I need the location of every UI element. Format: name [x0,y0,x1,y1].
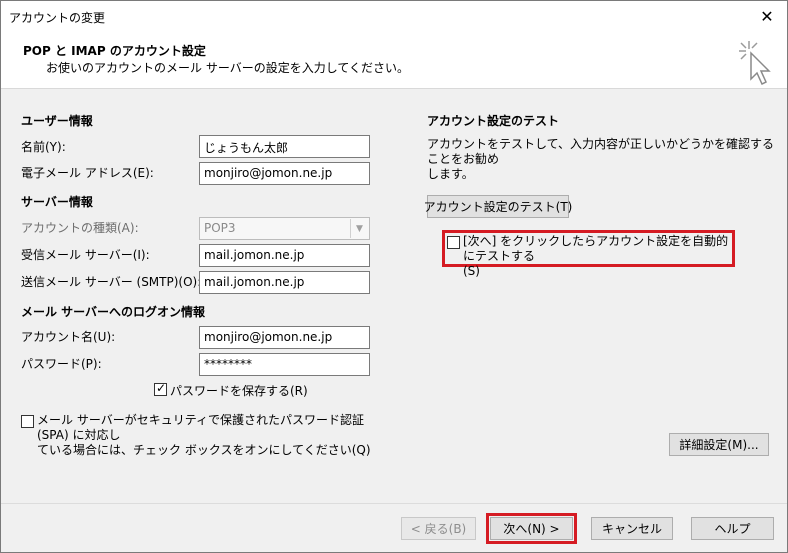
spa-label-line2: ている場合には、チェック ボックスをオンにしてください(Q) [37,443,371,457]
footer-divider [1,503,787,504]
password-field[interactable]: ******** [199,353,370,376]
save-password-label: パスワードを保存する(R) [170,384,308,398]
account-name-field[interactable]: monjiro@jomon.ne.jp [199,326,370,349]
wizard-header: POP と IMAP のアカウント設定 お使いのアカウントのメール サーバーの設… [1,31,787,89]
more-settings-button[interactable]: 詳細設定(M)... [669,433,769,456]
password-label: パスワード(P): [21,357,102,371]
next-button[interactable]: 次へ(N) > [490,517,573,540]
test-description: アカウントをテストして、入力内容が正しいかどうかを確認することをお勧め します。 [427,137,777,182]
back-button[interactable]: < 戻る(B) [401,517,476,540]
spa-checkbox[interactable] [21,415,34,428]
server-info-heading: サーバー情報 [21,195,93,209]
test-desc-line1: アカウントをテストして、入力内容が正しいかどうかを確認することをお勧め [427,137,775,166]
email-field[interactable]: monjiro@jomon.ne.jp [199,162,370,185]
test-desc-line2: します。 [427,167,474,181]
save-password-checkbox[interactable] [154,381,167,396]
auto-test-label: [次へ] をクリックしたらアカウント設定を自動的にテストする (S) [463,234,733,279]
incoming-server-label: 受信メール サーバー(I): [21,248,150,262]
spa-label-line1: メール サーバーがセキュリティで保護されたパスワード認証 (SPA) に対応し [37,413,364,442]
user-info-heading: ユーザー情報 [21,114,93,128]
spa-label: メール サーバーがセキュリティで保護されたパスワード認証 (SPA) に対応し … [37,413,397,458]
account-type-value: POP3 [204,221,236,235]
account-settings-dialog: アカウントの変更 ✕ POP と IMAP のアカウント設定 お使いのアカウント… [0,0,788,553]
email-label: 電子メール アドレス(E): [21,166,154,180]
logon-info-heading: メール サーバーへのログオン情報 [21,305,206,319]
name-label: 名前(Y): [21,140,66,154]
cancel-button[interactable]: キャンセル [591,517,673,540]
chevron-down-icon: ▼ [350,219,368,238]
help-button[interactable]: ヘルプ [691,517,774,540]
cursor-sparkle-icon [739,41,771,86]
account-type-label: アカウントの種類(A): [21,221,139,235]
incoming-server-field[interactable]: mail.jomon.ne.jp [199,244,370,267]
account-name-label: アカウント名(U): [21,330,116,344]
auto-test-checkbox[interactable] [447,236,460,249]
window-title: アカウントの変更 [9,11,106,25]
auto-test-label-line2: (S) [463,264,480,278]
title-bar: アカウントの変更 ✕ [1,1,787,31]
outgoing-server-label: 送信メール サーバー (SMTP)(O): [21,275,202,289]
page-subtitle: お使いのアカウントのメール サーバーの設定を入力してください。 [46,61,409,75]
name-field[interactable]: じょうもん太郎 [199,135,370,158]
test-account-button[interactable]: アカウント設定のテスト(T) [424,195,572,218]
close-button[interactable]: ✕ [747,1,787,31]
test-heading: アカウント設定のテスト [427,114,560,128]
account-type-select[interactable]: POP3 ▼ [199,217,370,240]
auto-test-label-line1: [次へ] をクリックしたらアカウント設定を自動的にテストする [463,234,729,263]
outgoing-server-field[interactable]: mail.jomon.ne.jp [199,271,370,294]
close-icon: ✕ [760,6,774,26]
page-title: POP と IMAP のアカウント設定 [23,44,206,58]
